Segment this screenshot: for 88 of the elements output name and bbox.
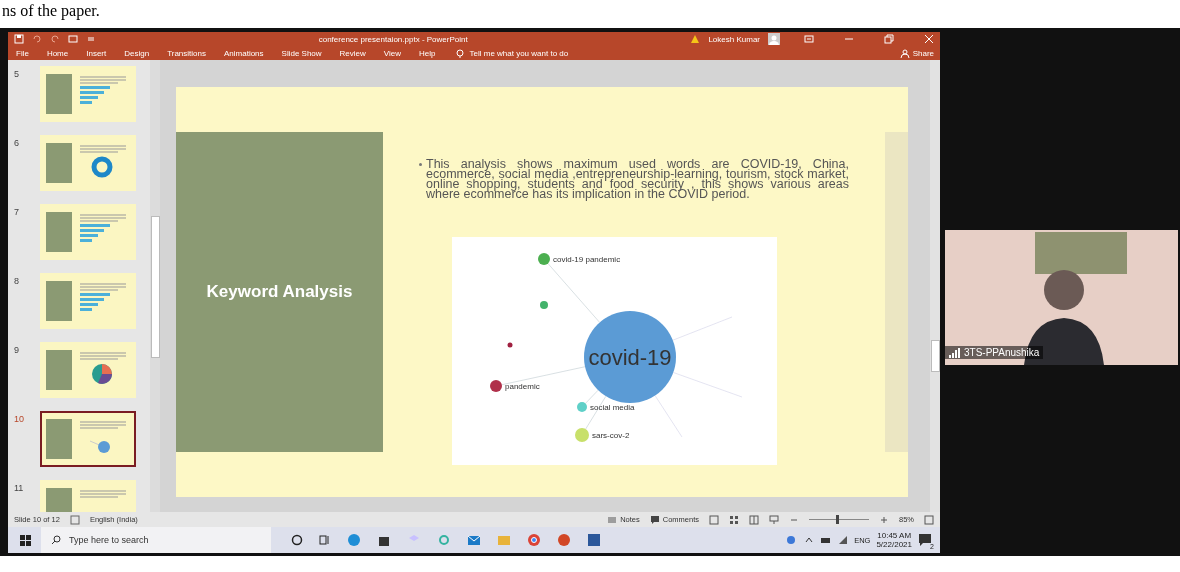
slide-number: 5: [13, 68, 20, 82]
notification-icon: [918, 533, 932, 547]
present-icon[interactable]: [68, 34, 78, 45]
windows-icon[interactable]: [20, 534, 31, 546]
text-lines-icon: [79, 145, 127, 153]
caret-icon[interactable]: [804, 535, 815, 545]
text-lines-icon: [79, 352, 127, 360]
participant-name: 3TS-PPAnushika: [964, 347, 1040, 358]
slide-number: 9: [13, 344, 20, 358]
slide-thumbnail[interactable]: [40, 411, 136, 468]
text-lines-icon: [79, 490, 127, 498]
fit-slide-icon[interactable]: [924, 514, 934, 525]
slide-number: 11: [13, 482, 25, 496]
restore-icon[interactable]: [884, 34, 894, 45]
link-line: [547, 263, 600, 324]
mail-icon[interactable]: [467, 533, 481, 547]
slide-thumbnail[interactable]: [40, 66, 136, 123]
ribbon-tab[interactable]: File: [14, 48, 31, 59]
user-name[interactable]: Lokesh Kumar: [708, 34, 760, 44]
keyword-label: covid-19 pandemic: [552, 255, 620, 265]
slide-sorter-icon[interactable]: [729, 514, 739, 525]
bar-chart-icon: [80, 86, 110, 105]
lightbulb-icon[interactable]: [455, 48, 466, 59]
ribbon-tab[interactable]: View: [381, 48, 404, 59]
battery-icon[interactable]: [820, 535, 833, 545]
task-view-icon[interactable]: [319, 534, 331, 546]
comment-icon: [649, 514, 660, 525]
person-icon[interactable]: [899, 48, 910, 59]
slide-thumbnail[interactable]: [40, 273, 136, 330]
ribbon-tab[interactable]: Design: [122, 48, 152, 59]
text-lines-icon: [79, 76, 127, 84]
close-icon[interactable]: [924, 34, 934, 45]
slide-number: 6: [13, 137, 20, 151]
bar-chart-icon: [80, 293, 110, 312]
keyword-label: sars-cov-2: [591, 431, 629, 441]
chrome-icon[interactable]: [527, 533, 541, 547]
slide-thumbnail[interactable]: [40, 135, 136, 192]
zoom-slider-thumb[interactable]: [836, 515, 839, 525]
ribbon-tab[interactable]: Slide Show: [279, 48, 324, 59]
keyword-node: [507, 342, 512, 348]
circle-icon[interactable]: [291, 534, 303, 546]
notes-icon: [607, 514, 618, 525]
search-icon: [51, 535, 61, 545]
text-lines-icon: [79, 214, 127, 222]
reading-view-icon[interactable]: [749, 514, 759, 525]
slide-thumbnail[interactable]: [40, 342, 136, 399]
slideshow-icon[interactable]: [769, 514, 779, 525]
app-icon[interactable]: [437, 533, 451, 547]
scrollbar[interactable]: [930, 60, 940, 513]
ribbon-display-icon[interactable]: [804, 34, 814, 45]
text-lines-icon: [79, 421, 127, 429]
save-icon[interactable]: [14, 34, 24, 45]
pie-chart-icon: [92, 364, 112, 385]
slide-number: 7: [13, 206, 20, 220]
slide-number: 10: [13, 413, 25, 427]
slide-title: Keyword Analysis: [205, 282, 354, 303]
normal-view-icon[interactable]: [709, 514, 719, 525]
window-title: conference presentaion.pptx - PowerPoint: [317, 34, 469, 44]
redo-icon[interactable]: [50, 34, 60, 45]
keyword-node: [539, 301, 548, 310]
taskbar-search-field[interactable]: Type here to search: [41, 527, 271, 553]
ribbon-tab[interactable]: Insert: [84, 48, 109, 59]
network-icon: [89, 440, 110, 454]
scrollbar[interactable]: [150, 60, 160, 513]
keyword-label: covid-19: [587, 345, 672, 371]
ribbon-tab[interactable]: Help: [417, 48, 438, 59]
tell-me-field[interactable]: Tell me what you want to do: [469, 49, 569, 58]
text-lines-icon: [79, 283, 127, 291]
clock[interactable]: 10:45 AM 5/22/2021: [876, 531, 912, 549]
bullet-text: This analysis shows maximum used words are COVID-19, China, ecommerce, social media ,entrepreneurship-learning, tourism, stock market, online shopping, students and food security , this shows various areas where ecommerce has its implication in the COVID period.: [426, 159, 849, 200]
slide-number: 8: [13, 275, 20, 289]
link-line: [671, 316, 732, 341]
keyword-label: pandemic: [504, 382, 540, 392]
document-text: ns of the paper.: [1, 1, 101, 22]
slide-thumbnail[interactable]: [40, 204, 136, 261]
ribbon-tab[interactable]: Animations: [222, 48, 266, 59]
ribbon-tab[interactable]: Transitions: [165, 48, 208, 59]
undo-icon[interactable]: [32, 34, 42, 45]
share-button[interactable]: Share: [912, 49, 934, 58]
bar-chart-icon: [80, 224, 110, 243]
avatar-icon[interactable]: [768, 33, 780, 46]
bullet-icon: [419, 163, 422, 167]
ribbon-tab[interactable]: Review: [337, 48, 368, 59]
plus-icon[interactable]: [879, 514, 889, 525]
signal-icon: [949, 347, 960, 358]
ribbon-tab[interactable]: Home: [44, 48, 71, 59]
keyword-label: social media: [589, 403, 634, 413]
donut-chart-icon: [91, 156, 113, 178]
